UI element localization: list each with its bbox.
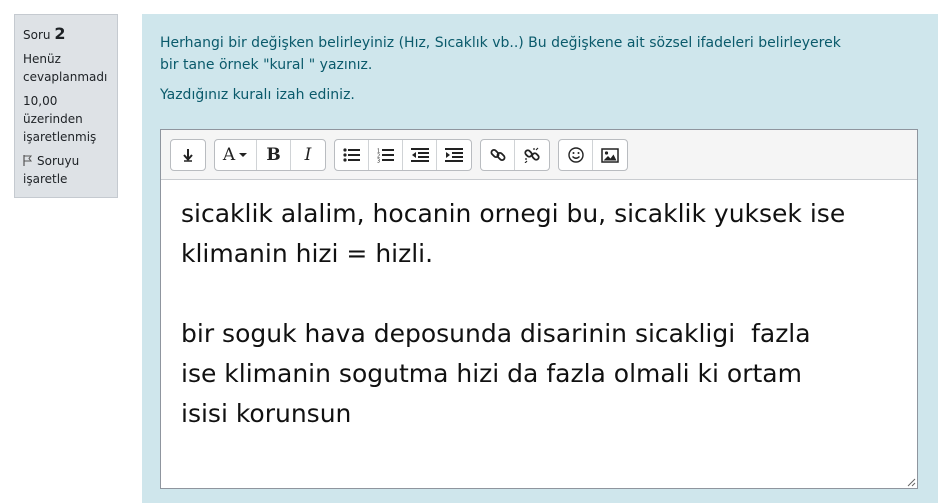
bold-icon: B [266, 145, 281, 165]
indent-button[interactable] [437, 140, 471, 170]
question-text-line: Yazdığınız kuralı izah ediniz. [160, 87, 355, 103]
font-color-button[interactable]: A [215, 140, 257, 170]
question-label: Soru [23, 28, 51, 42]
image-button[interactable] [593, 140, 627, 170]
question-grade: 10,00 üzerinden işaretlenmiş [23, 92, 111, 146]
grade-line: işaretlenmiş [23, 130, 97, 144]
unordered-list-button[interactable] [335, 140, 369, 170]
bold-button[interactable]: B [257, 140, 291, 170]
collapse-toolbar-button[interactable] [171, 140, 205, 170]
flag-icon [23, 155, 33, 166]
collapse-icon [183, 149, 193, 162]
grade-line: üzerinden [23, 112, 83, 126]
state-line: Henüz [23, 52, 61, 66]
italic-icon: I [304, 145, 312, 165]
ordered-list-button[interactable]: 1 2 3 [369, 140, 403, 170]
image-icon [601, 147, 619, 163]
emoji-icon [567, 147, 584, 163]
resize-handle-icon[interactable] [906, 477, 916, 487]
unlink-button[interactable] [515, 140, 549, 170]
editor-toolbar: A B I 1 2 3 [161, 130, 917, 180]
question-number: Soru 2 [23, 25, 111, 44]
question-content: Herhangi bir değişken belirleyiniz (Hız,… [142, 14, 938, 503]
toolbar-group-lists: 1 2 3 [334, 139, 472, 171]
answer-line: isisi korunsun [181, 399, 352, 428]
answer-line: bir soguk hava deposunda disarinin sicak… [181, 319, 811, 348]
indent-icon [445, 148, 463, 162]
answer-text-area[interactable]: sicaklik alalim, hocanin ornegi bu, sica… [161, 180, 917, 488]
unlink-icon [524, 147, 540, 163]
link-icon [490, 149, 505, 161]
answer-line: sicaklik alalim, hocanin ornegi bu, sica… [181, 199, 846, 228]
answer-editor[interactable]: A B I 1 2 3 sicaklik alalim, hocanin orn… [160, 129, 918, 489]
italic-button[interactable]: I [291, 140, 325, 170]
grade-line: 10,00 [23, 94, 58, 108]
chevron-down-icon [239, 153, 248, 157]
state-line: cevaplanmadı [23, 70, 108, 84]
svg-text:3: 3 [377, 158, 380, 163]
answer-line: ise klimanin sogutma hizi da fazla olmal… [181, 359, 802, 388]
emoji-button[interactable] [559, 140, 593, 170]
toolbar-group-collapse [170, 139, 206, 171]
font-color-icon: A [222, 145, 236, 165]
ordered-list-icon: 1 2 3 [377, 148, 394, 163]
unordered-list-icon [342, 148, 360, 162]
toolbar-group-links [480, 139, 550, 171]
link-button[interactable] [481, 140, 515, 170]
answer-line: klimanin hizi = hizli. [181, 239, 434, 268]
toolbar-group-media [558, 139, 628, 171]
question-text: Herhangi bir değişken belirleyiniz (Hız,… [160, 32, 920, 106]
outdent-button[interactable] [403, 140, 437, 170]
question-text-line: bir tane örnek "kural " yazınız. [160, 57, 373, 73]
question-state: Henüz cevaplanmadı [23, 50, 111, 86]
flag-line: işaretle [23, 172, 68, 186]
flag-line: Soruyu [37, 154, 80, 168]
toolbar-group-font: A B I [214, 139, 326, 171]
question-info-panel: Soru 2 Henüz cevaplanmadı 10,00 üzerinde… [14, 14, 118, 198]
question-number-value: 2 [54, 24, 66, 43]
flag-question-link[interactable]: Soruyu işaretle [23, 152, 111, 188]
question-text-line: Herhangi bir değişken belirleyiniz (Hız,… [160, 35, 841, 51]
outdent-icon [410, 148, 429, 162]
